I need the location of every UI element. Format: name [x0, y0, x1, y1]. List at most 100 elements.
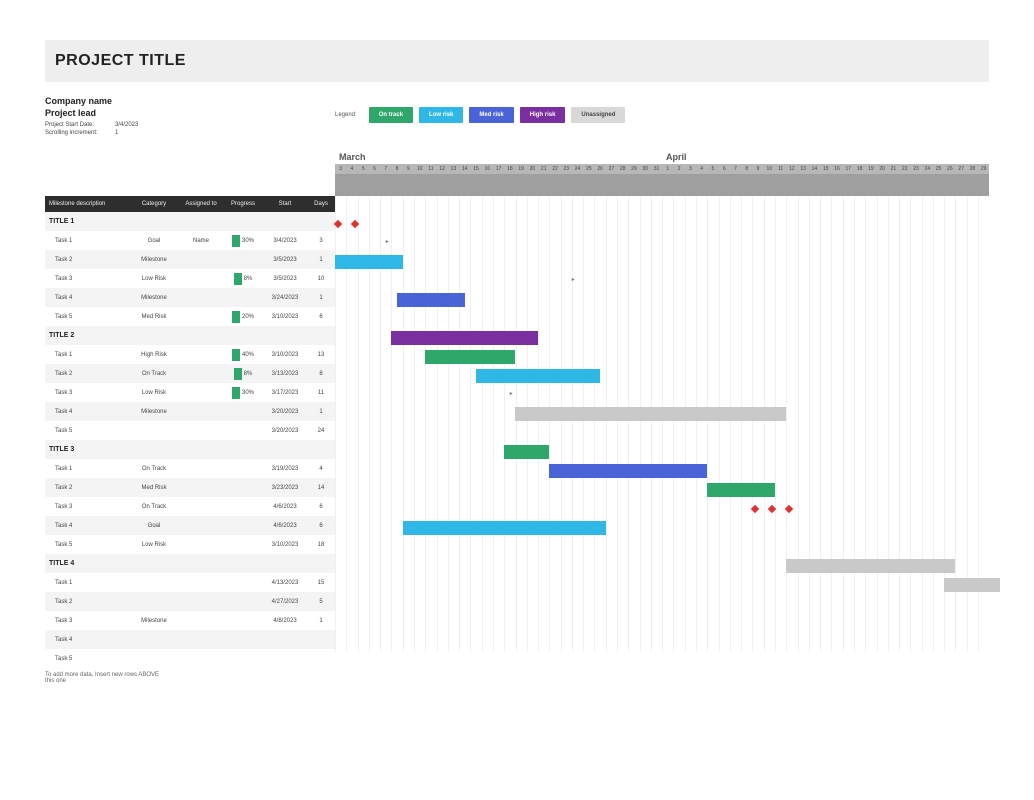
gantt-row[interactable]	[335, 633, 989, 652]
table-row[interactable]: Task 4Goal4/6/20236	[45, 516, 335, 535]
group-header[interactable]: TITLE 1	[45, 212, 335, 231]
task-category: Goal	[129, 238, 179, 244]
task-days: 3	[307, 238, 335, 244]
gantt-days-row: 3456789101112131415161718192021222324252…	[335, 164, 989, 174]
gantt-row[interactable]	[335, 215, 989, 234]
gantt-row[interactable]	[335, 576, 989, 595]
gantt-row[interactable]	[335, 405, 989, 424]
legend-ontrack[interactable]: On track	[369, 107, 413, 123]
table-row[interactable]: Task 5Med Risk20%3/10/20236	[45, 307, 335, 326]
gantt-row[interactable]	[335, 500, 989, 519]
gantt-row[interactable]	[335, 481, 989, 500]
table-row[interactable]: Task 2Milestone3/5/20231	[45, 250, 335, 269]
table-row[interactable]: Task 3Low Risk8%3/5/202310	[45, 269, 335, 288]
task-desc: Task 2	[45, 485, 129, 491]
gantt-bar[interactable]	[391, 331, 538, 345]
gantt-row[interactable]	[335, 519, 989, 538]
gantt-row[interactable]: ▸	[335, 234, 989, 253]
task-desc: Task 4	[45, 637, 129, 643]
group-header[interactable]: TITLE 4	[45, 554, 335, 573]
gantt-row[interactable]	[335, 253, 989, 272]
diamond-icon	[751, 505, 759, 513]
col-category: Category	[129, 201, 179, 207]
gantt-bar[interactable]	[425, 350, 515, 364]
task-start: 4/8/2023	[263, 618, 307, 624]
gantt-bar[interactable]	[476, 369, 600, 383]
table-row[interactable]: Task 5Low Risk3/10/202318	[45, 535, 335, 554]
task-desc: Task 3	[45, 276, 129, 282]
table-row[interactable]: Task 4	[45, 630, 335, 649]
gantt-body[interactable]: ▸ ▸ ▸	[335, 196, 989, 652]
table-row[interactable]: Task 3Low Risk30%3/17/202311	[45, 383, 335, 402]
task-category: On Track	[129, 504, 179, 510]
milestone-flag-icon: ▸	[510, 390, 513, 397]
table-row[interactable]: Task 53/20/202324	[45, 421, 335, 440]
gantt-bar[interactable]	[786, 559, 955, 573]
table-row[interactable]: Task 3Milestone4/8/20231	[45, 611, 335, 630]
group-header[interactable]: TITLE 3	[45, 440, 335, 459]
task-progress: 8%	[223, 368, 263, 380]
gantt-bar[interactable]	[549, 464, 707, 478]
gantt-row[interactable]	[335, 329, 989, 348]
gantt-bar[interactable]	[944, 578, 1000, 592]
table-row[interactable]: Task 3On Track4/6/20236	[45, 497, 335, 516]
group-header[interactable]: TITLE 2	[45, 326, 335, 345]
task-category: Goal	[129, 523, 179, 529]
task-start: 4/13/2023	[263, 580, 307, 586]
gantt-bar[interactable]	[504, 445, 549, 459]
footer-note: To add more data, Insert new rows ABOVE …	[45, 672, 165, 684]
table-row[interactable]: Task 1High Risk40%3/10/202313	[45, 345, 335, 364]
title-band: PROJECT TITLE	[45, 40, 989, 82]
task-days: 5	[307, 599, 335, 605]
gantt-row[interactable]	[335, 443, 989, 462]
table-row[interactable]: Task 4Milestone3/20/20231	[45, 402, 335, 421]
task-category: Milestone	[129, 257, 179, 263]
legend-high[interactable]: High risk	[520, 107, 566, 123]
task-desc: Task 2	[45, 371, 129, 377]
task-days: 10	[307, 276, 335, 282]
start-date-value[interactable]: 3/4/2023	[115, 122, 138, 128]
table-row[interactable]: Task 1On Track3/19/20234	[45, 459, 335, 478]
task-category: Low Risk	[129, 542, 179, 548]
table-row[interactable]: Task 14/13/202315	[45, 573, 335, 592]
task-category: Low Risk	[129, 390, 179, 396]
gantt-row[interactable]	[335, 595, 989, 614]
task-start: 4/27/2023	[263, 599, 307, 605]
task-days: 6	[307, 314, 335, 320]
diamond-icon	[785, 505, 793, 513]
gantt-bar[interactable]	[335, 255, 403, 269]
milestone-flag-icon: ▸	[572, 276, 575, 283]
month-march: March	[335, 150, 662, 164]
task-days: 15	[307, 580, 335, 586]
gantt-row[interactable]	[335, 348, 989, 367]
gantt-row[interactable]	[335, 462, 989, 481]
task-start: 3/4/2023	[263, 238, 307, 244]
gantt-row[interactable]	[335, 557, 989, 576]
table-row[interactable]: Task 2On Track8%3/13/20238	[45, 364, 335, 383]
gantt-bar[interactable]	[403, 521, 606, 535]
gantt-bar[interactable]	[707, 483, 775, 497]
task-days: 11	[307, 390, 335, 396]
table-row[interactable]: Task 1GoalName30%3/4/20233	[45, 231, 335, 250]
table-row[interactable]: Task 5	[45, 649, 335, 668]
gantt-bar[interactable]	[515, 407, 786, 421]
task-start: 3/20/2023	[263, 428, 307, 434]
gantt-row[interactable]	[335, 614, 989, 633]
legend-med[interactable]: Med risk	[469, 107, 513, 123]
gantt-row[interactable]	[335, 367, 989, 386]
legend-unassigned[interactable]: Unassigned	[571, 107, 625, 123]
table-row[interactable]: Task 24/27/20235	[45, 592, 335, 611]
diamond-icon	[768, 505, 776, 513]
legend-low[interactable]: Low risk	[419, 107, 463, 123]
gantt-row[interactable]	[335, 291, 989, 310]
task-start: 3/13/2023	[263, 371, 307, 377]
task-days: 1	[307, 295, 335, 301]
gantt-bar[interactable]	[397, 293, 465, 307]
gantt-row[interactable]: ▸	[335, 272, 989, 291]
scroll-increment-value[interactable]: 1	[115, 130, 118, 136]
gantt-row[interactable]: ▸	[335, 386, 989, 405]
table-row[interactable]: Task 4Milestone3/24/20231	[45, 288, 335, 307]
table-row[interactable]: Task 2Med Risk3/23/202314	[45, 478, 335, 497]
gantt-sub-row	[335, 174, 989, 196]
task-category: High Risk	[129, 352, 179, 358]
